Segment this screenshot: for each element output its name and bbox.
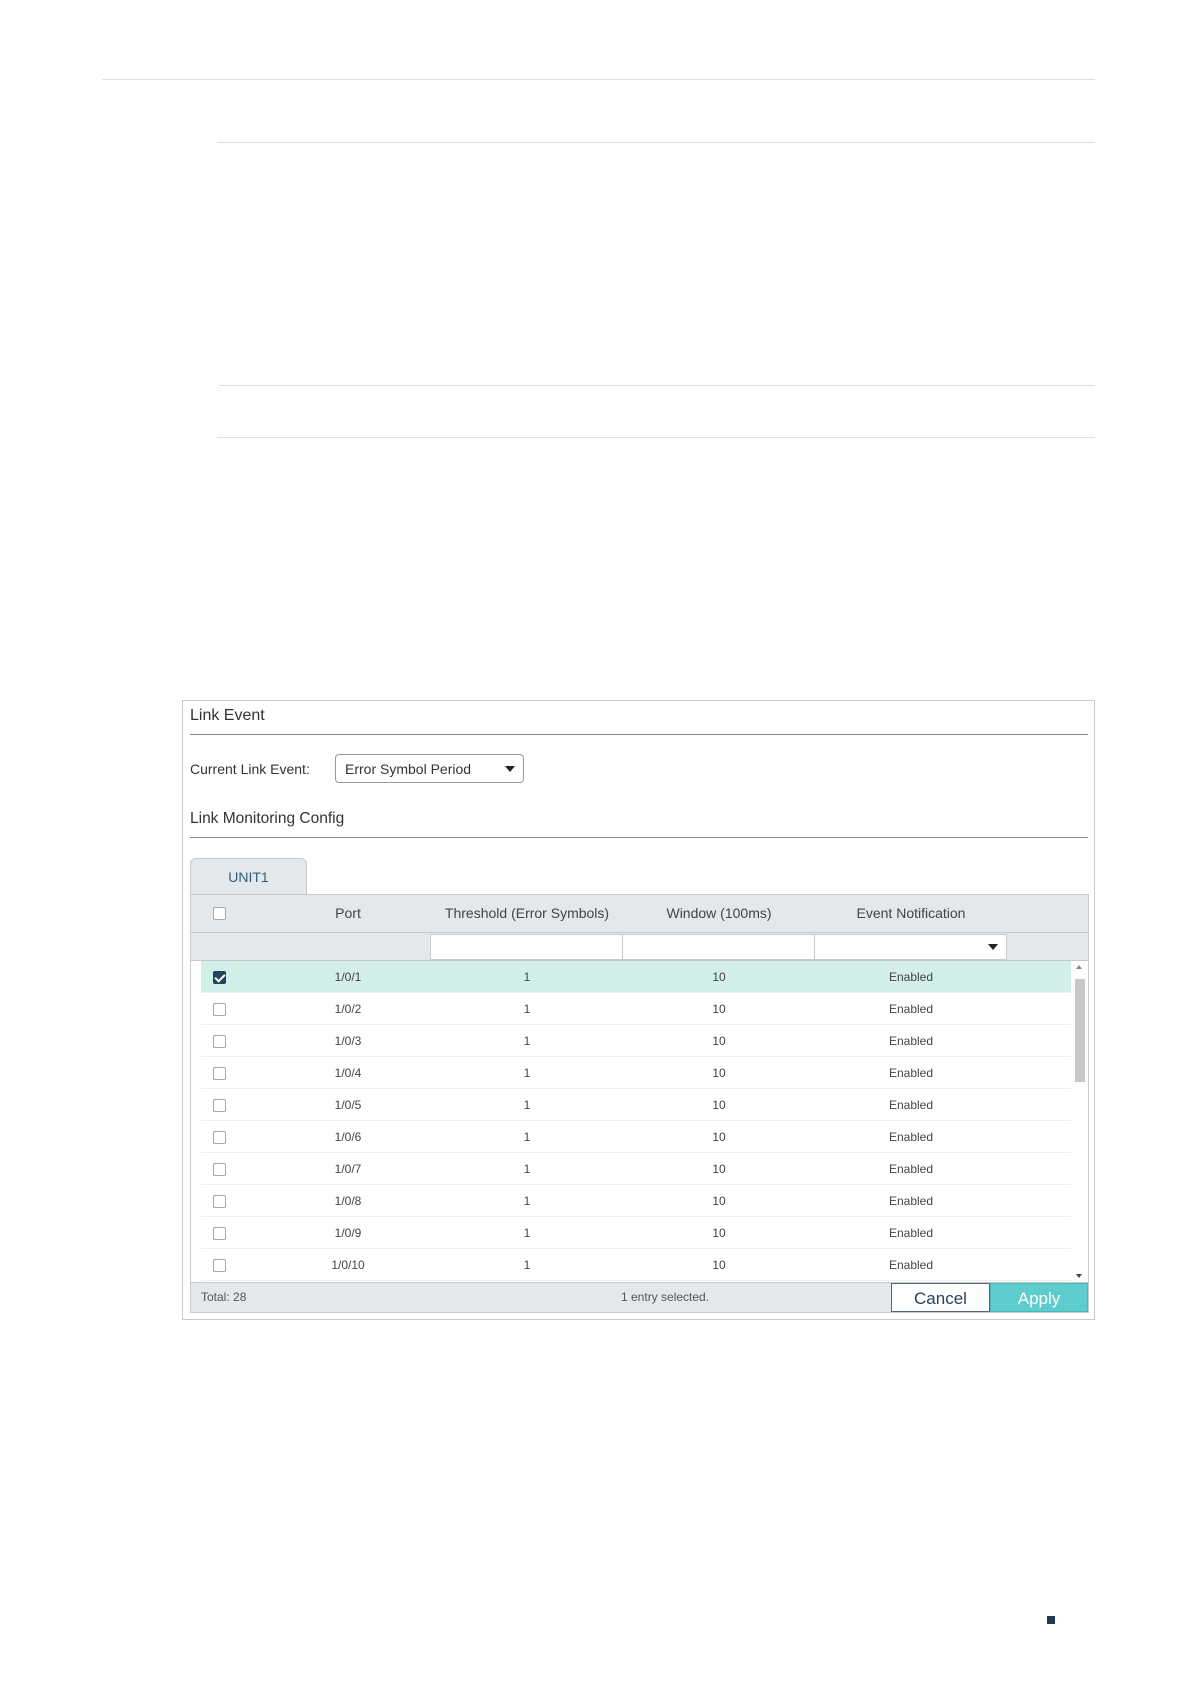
- column-header-event-notification[interactable]: Event Notification: [815, 895, 1007, 932]
- section-divider: [190, 734, 1088, 735]
- event-notification-cell: Enabled: [888, 1194, 934, 1208]
- table-header: Port Threshold (Error Symbols) Window (1…: [191, 895, 1088, 932]
- column-header-window[interactable]: Window (100ms): [623, 895, 815, 932]
- row-checkbox[interactable]: [213, 1259, 226, 1272]
- table-rule: [219, 385, 1095, 386]
- current-link-event-select[interactable]: Error Symbol Period: [335, 754, 524, 783]
- event-notification-cell: Enabled: [888, 1258, 934, 1272]
- window-cell: 10: [712, 1034, 726, 1048]
- threshold-filter-input[interactable]: [430, 934, 623, 960]
- row-checkbox[interactable]: [213, 1227, 226, 1240]
- scroll-up-arrow-icon[interactable]: [1076, 965, 1082, 969]
- selection-status: 1 entry selected.: [621, 1290, 710, 1304]
- current-link-event-label: Current Link Event:: [190, 761, 310, 777]
- threshold-cell: 1: [523, 1226, 531, 1240]
- page-marker: [1047, 1616, 1055, 1624]
- select-all-checkbox[interactable]: [213, 907, 226, 920]
- window-cell: 10: [712, 1226, 726, 1240]
- table-row[interactable]: 1/0/4 1 10 Enabled: [201, 1057, 1071, 1089]
- link-event-panel: Link Event Current Link Event: Error Sym…: [182, 700, 1095, 1320]
- window-cell: 10: [712, 1066, 726, 1080]
- table-footer: Total: 28 1 entry selected. Cancel Apply: [191, 1282, 1088, 1312]
- row-checkbox[interactable]: [213, 1035, 226, 1048]
- threshold-cell: 1: [523, 1002, 531, 1016]
- window-cell: 10: [712, 1194, 726, 1208]
- window-filter-input[interactable]: [622, 934, 815, 960]
- event-notification-cell: Enabled: [888, 1098, 934, 1112]
- section-divider: [190, 837, 1088, 838]
- window-cell: 10: [712, 1098, 726, 1112]
- event-notification-cell: Enabled: [888, 1226, 934, 1240]
- event-notification-cell: Enabled: [888, 1034, 934, 1048]
- link-event-title: Link Event: [190, 707, 265, 724]
- event-notification-cell: Enabled: [888, 1066, 934, 1080]
- threshold-cell: 1: [523, 1098, 531, 1112]
- table-rule: [217, 437, 1095, 438]
- window-cell: 10: [712, 970, 726, 984]
- window-cell: 10: [712, 1258, 726, 1272]
- row-checkbox[interactable]: [213, 1067, 226, 1080]
- table-row[interactable]: 1/0/3 1 10 Enabled: [201, 1025, 1071, 1057]
- header-divider: [102, 79, 1095, 80]
- total-count: Total: 28: [201, 1290, 247, 1304]
- table-row[interactable]: 1/0/9 1 10 Enabled: [201, 1217, 1071, 1249]
- table-row[interactable]: 1/0/5 1 10 Enabled: [201, 1089, 1071, 1121]
- scrollbar-thumb[interactable]: [1075, 979, 1085, 1082]
- window-cell: 10: [712, 1130, 726, 1144]
- event-notification-cell: Enabled: [888, 1002, 934, 1016]
- cancel-button[interactable]: Cancel: [891, 1283, 990, 1312]
- chevron-down-icon: [505, 766, 515, 772]
- scroll-down-arrow-icon[interactable]: [1076, 1274, 1082, 1278]
- threshold-cell: 1: [523, 1194, 531, 1208]
- row-checkbox[interactable]: [213, 1099, 226, 1112]
- event-notification-cell: Enabled: [888, 970, 934, 984]
- threshold-cell: 1: [523, 1162, 531, 1176]
- table-row[interactable]: 1/0/8 1 10 Enabled: [201, 1185, 1071, 1217]
- table-scrollbar[interactable]: [1071, 961, 1088, 1282]
- column-header-threshold[interactable]: Threshold (Error Symbols): [431, 895, 623, 932]
- event-notification-filter-select[interactable]: [814, 934, 1007, 960]
- table-row[interactable]: 1/0/7 1 10 Enabled: [201, 1153, 1071, 1185]
- table-body: 1/0/1 1 10 Enabled 1/0/2 1 10 Enabled 1/…: [191, 961, 1088, 1282]
- table-row[interactable]: 1/0/6 1 10 Enabled: [201, 1121, 1071, 1153]
- row-checkbox[interactable]: [213, 971, 226, 984]
- apply-button[interactable]: Apply: [990, 1283, 1088, 1312]
- threshold-cell: 1: [523, 1258, 531, 1272]
- threshold-cell: 1: [523, 1130, 531, 1144]
- row-checkbox[interactable]: [213, 1131, 226, 1144]
- row-checkbox[interactable]: [213, 1163, 226, 1176]
- tab-unit1[interactable]: UNIT1: [190, 858, 307, 894]
- port-table: Port Threshold (Error Symbols) Window (1…: [190, 894, 1089, 1313]
- table-row[interactable]: 1/0/10 1 10 Enabled: [201, 1249, 1071, 1281]
- table-rule: [217, 142, 1095, 143]
- event-notification-cell: Enabled: [888, 1162, 934, 1176]
- threshold-cell: 1: [523, 1066, 531, 1080]
- window-cell: 10: [712, 1002, 726, 1016]
- threshold-cell: 1: [523, 970, 531, 984]
- row-checkbox[interactable]: [213, 1195, 226, 1208]
- table-row[interactable]: 1/0/2 1 10 Enabled: [201, 993, 1071, 1025]
- window-cell: 10: [712, 1162, 726, 1176]
- row-checkbox[interactable]: [213, 1003, 226, 1016]
- threshold-cell: 1: [523, 1034, 531, 1048]
- filter-row: [191, 932, 1088, 961]
- chevron-down-icon: [988, 944, 998, 950]
- table-row[interactable]: 1/0/1 1 10 Enabled: [201, 961, 1071, 993]
- link-monitoring-config-title: Link Monitoring Config: [190, 810, 345, 827]
- event-notification-cell: Enabled: [888, 1130, 934, 1144]
- current-link-event-value: Error Symbol Period: [345, 761, 472, 777]
